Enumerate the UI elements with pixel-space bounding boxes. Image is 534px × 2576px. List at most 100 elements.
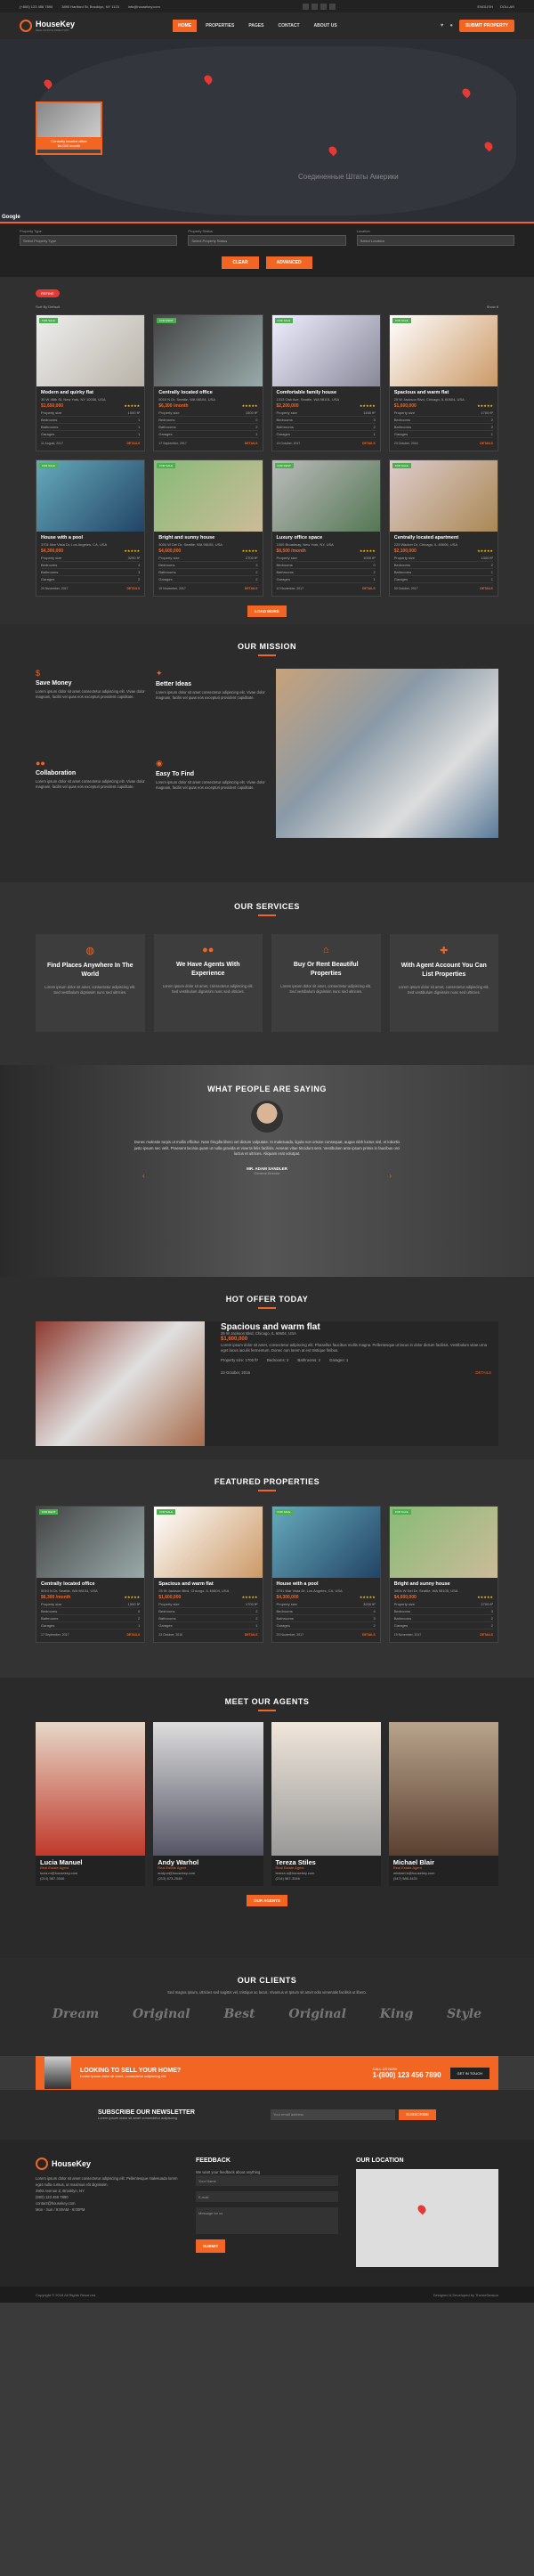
service-card[interactable]: ⌂ Buy Or Rent Beautiful Properties Lorem i… bbox=[271, 934, 381, 1032]
nav-about[interactable]: ABOUT US bbox=[309, 20, 343, 32]
property-title[interactable]: Centrally located office bbox=[158, 390, 257, 396]
property-status-select[interactable]: Select Property Status bbox=[188, 235, 346, 246]
twitter-icon[interactable] bbox=[311, 3, 318, 10]
load-more-button[interactable]: LOAD MORE bbox=[247, 605, 287, 617]
property-title[interactable]: Centrally located office bbox=[41, 1581, 140, 1588]
topbar-email[interactable]: info@housekey.com bbox=[128, 4, 160, 9]
details-link[interactable]: DETAILS bbox=[127, 441, 141, 447]
nav-pages[interactable]: PAGES bbox=[243, 20, 269, 32]
property-type-select[interactable]: Select Property Type bbox=[20, 235, 178, 246]
footer-email[interactable]: contact@housekey.com bbox=[36, 2200, 178, 2206]
property-title[interactable]: Bright and sunny house bbox=[158, 535, 257, 541]
submit-property-button[interactable]: SUBMIT PROPERTY bbox=[458, 20, 514, 32]
location-select[interactable]: Select Location bbox=[356, 235, 514, 246]
property-title[interactable]: Modern and quirky flat bbox=[41, 390, 140, 396]
property-card[interactable]: FOR SALE Bright and sunny house 3004 W D… bbox=[153, 459, 263, 597]
property-image[interactable]: FOR SALE bbox=[36, 460, 145, 532]
next-arrow-icon[interactable]: › bbox=[389, 1172, 392, 1180]
location-map[interactable] bbox=[356, 2169, 498, 2267]
agent-phone[interactable]: (214) 587-3346 bbox=[40, 1876, 141, 1881]
property-card[interactable]: FOR SALE Comfortable family house 1313 O… bbox=[271, 314, 381, 451]
details-link[interactable]: DETAILS bbox=[362, 1632, 376, 1638]
hot-details-link[interactable]: DETAILS bbox=[475, 1370, 491, 1377]
nav-properties[interactable]: PROPERTIES bbox=[200, 20, 239, 32]
details-link[interactable]: DETAILS bbox=[480, 586, 493, 592]
property-image[interactable]: FOR SALE bbox=[389, 315, 498, 386]
property-image[interactable]: FOR SALE bbox=[154, 460, 263, 532]
subscribe-button[interactable]: SUBSCRIBE bbox=[398, 2109, 436, 2120]
service-card[interactable]: ◍ Find Places Anywhere In The World Lorem … bbox=[36, 934, 145, 1032]
property-image[interactable]: FOR SALE bbox=[389, 1507, 498, 1578]
facebook-icon[interactable] bbox=[302, 3, 309, 10]
show-select[interactable]: Show 8 bbox=[487, 305, 498, 309]
topbar-phone[interactable]: (+800) 123 456 7890 bbox=[20, 4, 53, 9]
property-map[interactable]: Centrally located office $4,000 /month Со… bbox=[0, 39, 534, 222]
cta-phone[interactable]: 1-(800) 123 456 7890 bbox=[373, 2071, 441, 2079]
property-card[interactable]: FOR SALE Spacious and warm flat 25 W Jac… bbox=[388, 314, 498, 451]
agent-phone[interactable]: (214) 587-3346 bbox=[276, 1876, 376, 1881]
agent-phone[interactable]: (347) 586-4431 bbox=[393, 1876, 494, 1881]
property-card[interactable]: FOR RENT Centrally located office 5010 N… bbox=[153, 314, 263, 451]
property-image[interactable]: FOR RENT bbox=[36, 1507, 145, 1578]
feedback-submit-button[interactable]: SUBMIT bbox=[196, 2239, 226, 2253]
details-link[interactable]: DETAILS bbox=[127, 1632, 141, 1638]
refine-badge[interactable]: REFINE bbox=[36, 289, 60, 297]
property-image[interactable]: FOR SALE bbox=[271, 315, 380, 386]
property-title[interactable]: Comfortable family house bbox=[277, 390, 376, 396]
property-card[interactable]: FOR SALE Centrally located apartment 225… bbox=[388, 459, 498, 597]
property-image[interactable]: FOR SALE bbox=[36, 315, 145, 386]
property-title[interactable]: Bright and sunny house bbox=[394, 1581, 493, 1588]
details-link[interactable]: DETAILS bbox=[245, 441, 258, 447]
message-input[interactable]: Message for us bbox=[196, 2207, 338, 2234]
our-agents-button[interactable]: OUR AGENTS bbox=[247, 1895, 287, 1906]
property-title[interactable]: Spacious and warm flat bbox=[394, 390, 493, 396]
newsletter-email-input[interactable]: Your email address bbox=[270, 2109, 395, 2120]
agent-photo[interactable] bbox=[388, 1722, 498, 1856]
currency-select[interactable]: DOLLAR bbox=[500, 4, 514, 9]
language-select[interactable]: ENGLISH bbox=[477, 4, 493, 9]
property-title[interactable]: Spacious and warm flat bbox=[158, 1581, 257, 1588]
property-card[interactable]: FOR RENT Luxury office space 1000 Broadw… bbox=[271, 459, 381, 597]
property-title[interactable]: House with a pool bbox=[41, 535, 140, 541]
agent-card[interactable]: Lucia Manuel Real Estate Agent lucia.m@h… bbox=[36, 1722, 146, 1886]
agent-card[interactable]: Andy Warhol Real Estate Agent andy.w@hou… bbox=[153, 1722, 263, 1886]
get-in-touch-button[interactable]: GET IN TOUCH bbox=[449, 2067, 490, 2079]
map-pin[interactable] bbox=[416, 2203, 428, 2215]
advanced-button[interactable]: ADVANCED bbox=[265, 256, 312, 269]
details-link[interactable]: DETAILS bbox=[245, 1632, 258, 1638]
footer-phone[interactable]: (800) 123 456 7890 bbox=[36, 2194, 178, 2200]
agent-card[interactable]: Michael Blair Real Estate Agent michael.… bbox=[388, 1722, 498, 1886]
agent-card[interactable]: Tereza Stiles Real Estate Agent tereza.s… bbox=[271, 1722, 381, 1886]
details-link[interactable]: DETAILS bbox=[480, 441, 493, 447]
property-image[interactable]: FOR SALE bbox=[154, 1507, 263, 1578]
agent-photo[interactable] bbox=[36, 1722, 146, 1856]
property-card[interactable]: FOR SALE Spacious and warm flat 25 W Jac… bbox=[153, 1506, 263, 1643]
footer-logo[interactable]: HouseKey bbox=[36, 2158, 178, 2170]
property-card[interactable]: FOR RENT Centrally located office 5010 N… bbox=[36, 1506, 146, 1643]
property-image[interactable]: FOR SALE bbox=[389, 460, 498, 532]
sort-select[interactable]: Sort By Default bbox=[36, 305, 60, 309]
agent-photo[interactable] bbox=[153, 1722, 263, 1856]
property-title[interactable]: House with a pool bbox=[277, 1581, 376, 1588]
property-title[interactable]: Centrally located apartment bbox=[394, 535, 493, 541]
details-link[interactable]: DETAILS bbox=[480, 1632, 493, 1638]
hot-offer-card[interactable]: Spacious and warm flat 25 W Jackson Blvd… bbox=[36, 1321, 498, 1446]
property-card[interactable]: FOR SALE House with a pool 3701 Mar Vist… bbox=[36, 459, 146, 597]
service-card[interactable]: ✚ With Agent Account You Can List Propert… bbox=[389, 934, 498, 1032]
service-card[interactable]: ●● We Have Agents With Experience Lorem ip… bbox=[153, 934, 263, 1032]
clear-button[interactable]: CLEAR bbox=[222, 256, 259, 269]
property-title[interactable]: Luxury office space bbox=[277, 535, 376, 541]
details-link[interactable]: DETAILS bbox=[245, 586, 258, 592]
property-image[interactable]: FOR RENT bbox=[154, 315, 263, 386]
details-link[interactable]: DETAILS bbox=[127, 586, 141, 592]
map-info-card[interactable]: Centrally located office $4,000 /month bbox=[36, 102, 102, 155]
prev-arrow-icon[interactable]: ‹ bbox=[142, 1172, 145, 1180]
user-icon[interactable]: ● bbox=[449, 23, 453, 28]
property-image[interactable]: FOR RENT bbox=[271, 460, 380, 532]
brand-logo[interactable]: HouseKey REAL ESTATE DIRECTORY bbox=[20, 20, 75, 32]
property-image[interactable]: FOR SALE bbox=[271, 1507, 380, 1578]
email-input[interactable]: E-mail bbox=[196, 2191, 338, 2202]
name-input[interactable]: Your Name bbox=[196, 2175, 338, 2186]
favorites-icon[interactable]: ♥ bbox=[441, 23, 444, 28]
nav-home[interactable]: HOME bbox=[173, 20, 198, 32]
